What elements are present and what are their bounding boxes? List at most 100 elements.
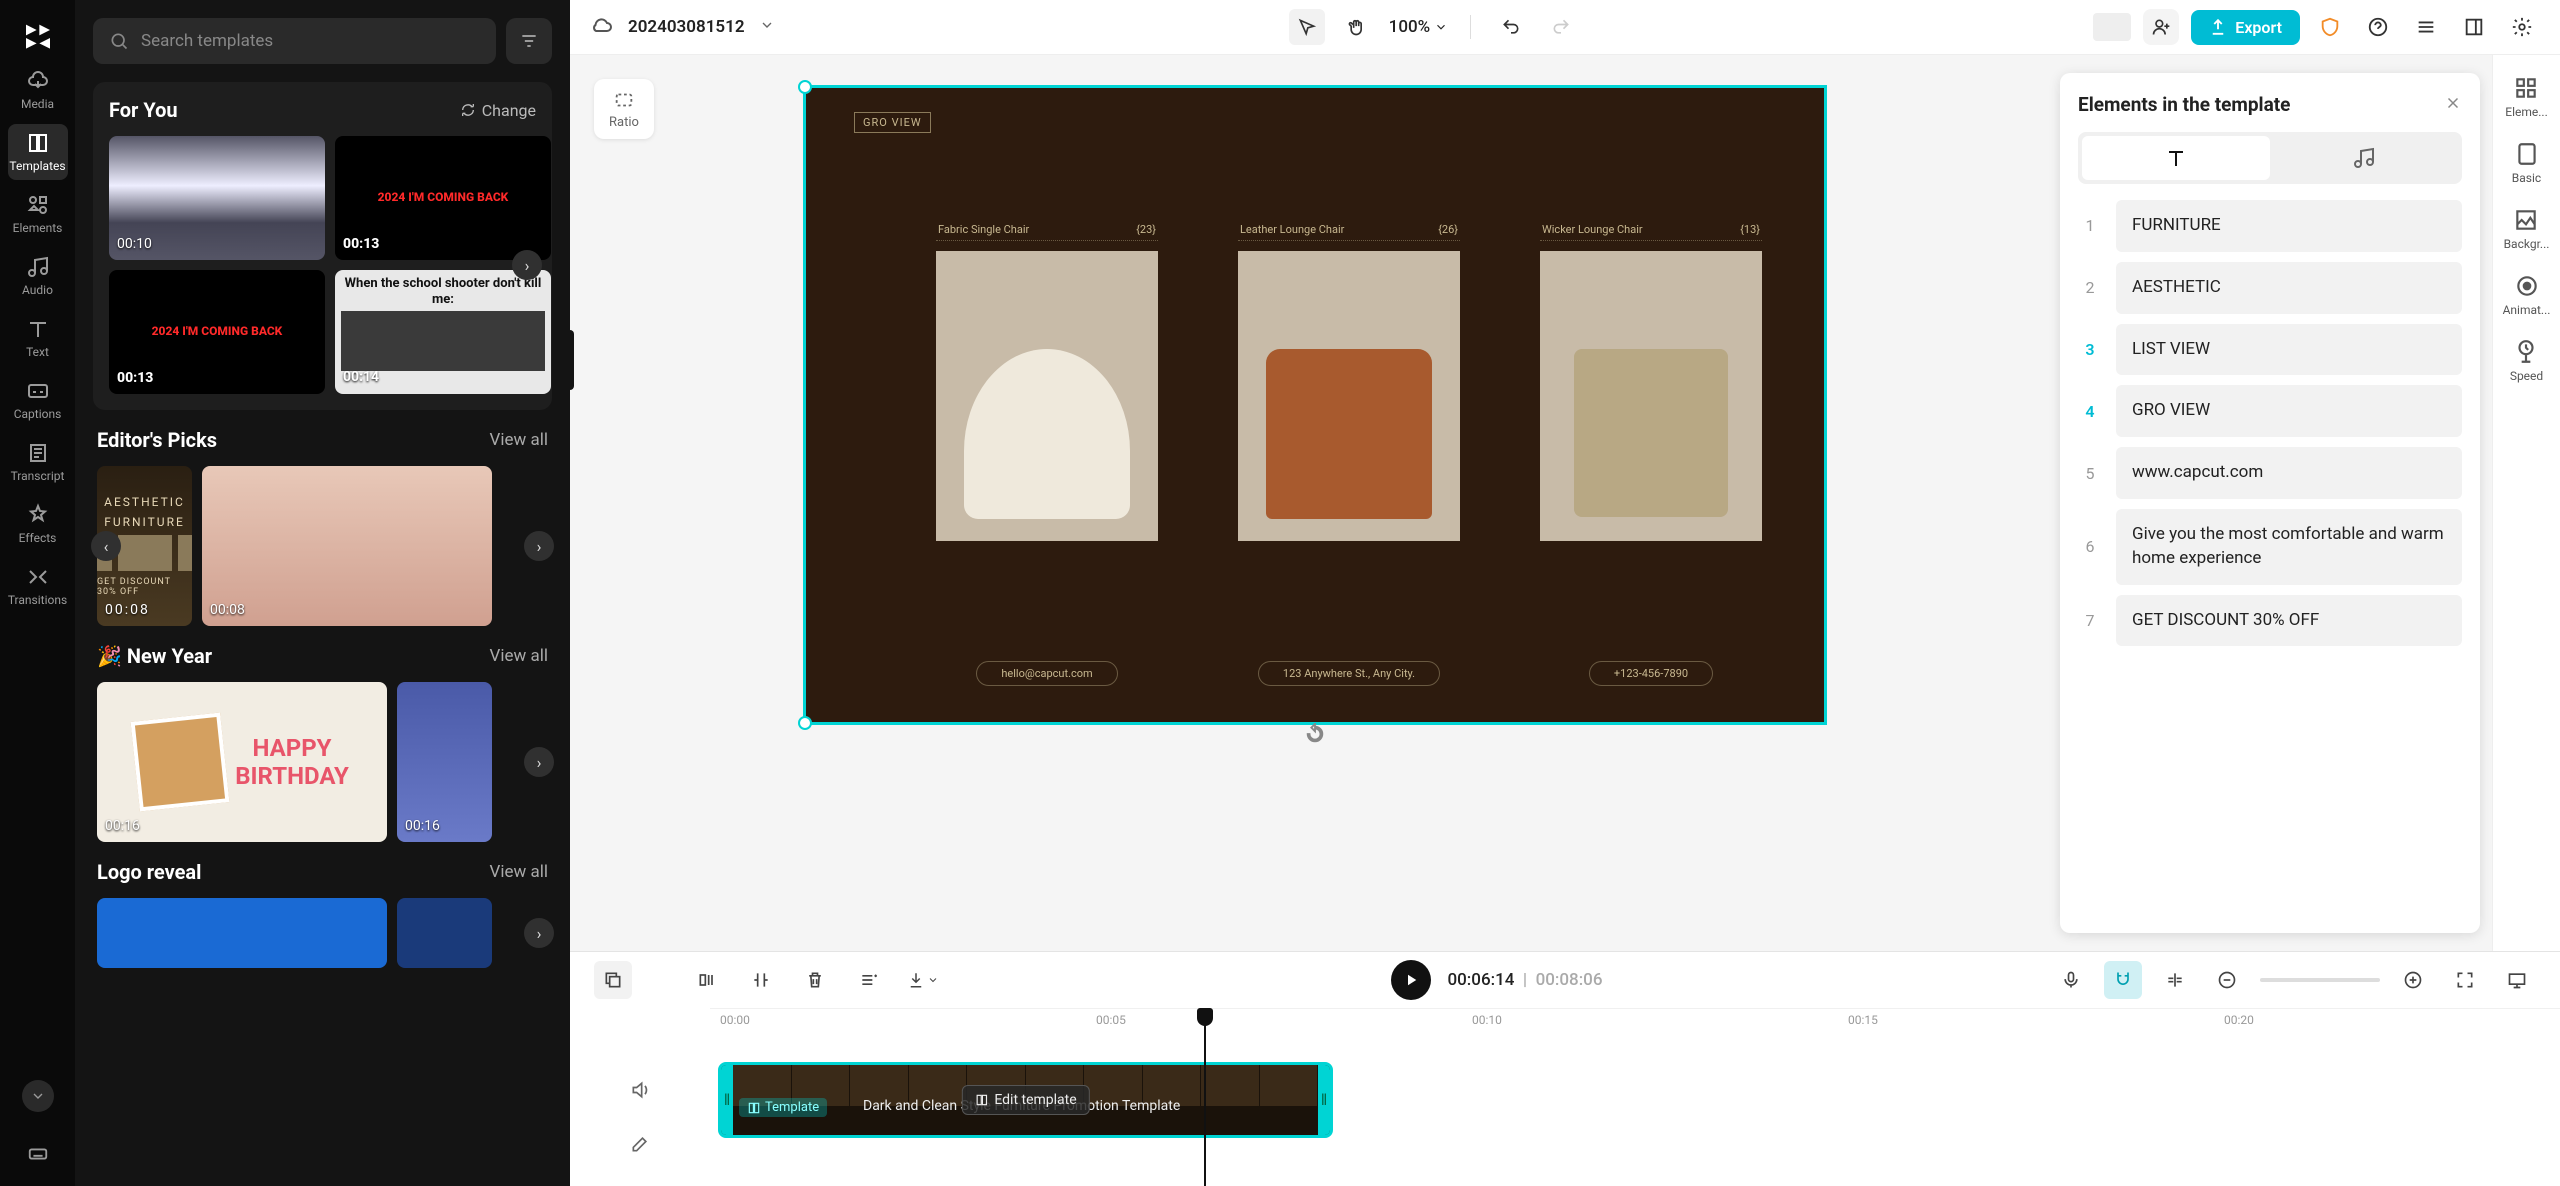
view-all-link[interactable]: View all <box>490 862 548 882</box>
zoom-in-button[interactable] <box>2394 961 2432 999</box>
template-thumb[interactable]: 2024 I'M COMING BACK00:13 <box>109 270 325 394</box>
element-list-item[interactable]: 6Give you the most comfortable and warm … <box>2078 509 2462 585</box>
duplicate-button[interactable] <box>594 961 632 999</box>
nav-transitions[interactable]: Transitions <box>8 558 68 614</box>
hand-tool-button[interactable] <box>1339 9 1375 45</box>
app-logo[interactable] <box>16 12 60 56</box>
carousel-next-icon[interactable]: › <box>524 747 554 777</box>
rail-speed[interactable]: Speed <box>2510 339 2543 383</box>
template-thumb[interactable]: HAPPYBIRTHDAY 00:16 <box>97 682 387 842</box>
nav-audio[interactable]: Audio <box>8 248 68 304</box>
timeline-track-area[interactable]: ‖ Template Dark and Clean Style Furnitur… <box>710 1036 2560 1186</box>
canvas[interactable]: GRO VIEW Fabric Single Chair{23} Leather… <box>803 85 1827 725</box>
settings-icon[interactable] <box>2504 9 2540 45</box>
template-thumb[interactable]: 00:16 <box>397 682 492 842</box>
mic-button[interactable] <box>2052 961 2090 999</box>
nav-media[interactable]: Media <box>8 62 68 118</box>
panel-collapse-handle[interactable] <box>566 330 574 390</box>
timeline-clip[interactable]: ‖ Template Dark and Clean Style Furnitur… <box>718 1062 1333 1138</box>
delete-button[interactable] <box>796 961 834 999</box>
clip-left-handle[interactable]: ‖ <box>721 1065 733 1135</box>
user-avatar[interactable] <box>2093 13 2131 41</box>
close-button[interactable] <box>2444 94 2462 116</box>
edit-template-button[interactable]: Edit template <box>961 1085 1089 1115</box>
project-name[interactable]: 202403081512 <box>628 17 745 37</box>
view-all-link[interactable]: View all <box>490 646 548 666</box>
rail-animation[interactable]: Animat... <box>2503 273 2551 317</box>
split-button[interactable] <box>742 961 780 999</box>
help-icon[interactable] <box>2360 9 2396 45</box>
undo-button[interactable] <box>1493 9 1529 45</box>
keyboard-button[interactable] <box>22 1138 54 1170</box>
carousel-next-icon[interactable]: › <box>524 918 554 948</box>
track-audio-toggle[interactable] <box>622 1072 658 1108</box>
nav-effects[interactable]: Effects <box>8 496 68 552</box>
nav-text[interactable]: Text <box>8 310 68 366</box>
nav-templates[interactable]: Templates <box>8 124 68 180</box>
template-thumb[interactable]: 00:08 <box>202 466 492 626</box>
nav-more-button[interactable] <box>22 1080 54 1112</box>
view-all-link[interactable]: View all <box>490 430 548 450</box>
template-thumb[interactable]: 2024 I'M COMING BACK00:13 <box>335 136 551 260</box>
templates-panel: Search templates For You Change 00:10 20… <box>75 0 570 1186</box>
download-button[interactable] <box>904 961 942 999</box>
shield-icon[interactable] <box>2312 9 2348 45</box>
element-list-item[interactable]: 3LIST VIEW <box>2078 324 2462 376</box>
carousel-next-icon[interactable]: › <box>512 250 542 280</box>
cut-mode-button[interactable] <box>2156 961 2194 999</box>
nav-elements[interactable]: Elements <box>8 186 68 242</box>
play-button[interactable] <box>1391 960 1431 1000</box>
clip-right-handle[interactable]: ‖ <box>1318 1065 1330 1135</box>
filter-button[interactable] <box>506 18 552 64</box>
project-dropdown-icon[interactable] <box>759 17 775 37</box>
cloud-icon[interactable] <box>590 13 614 41</box>
template-thumb[interactable]: 00:10 <box>109 136 325 260</box>
change-button[interactable]: Change <box>460 101 536 120</box>
rotate-handle-icon[interactable] <box>1300 719 1330 749</box>
magnet-button[interactable] <box>2104 961 2142 999</box>
fit-button[interactable] <box>2446 961 2484 999</box>
element-list-item[interactable]: 1FURNITURE <box>2078 200 2462 252</box>
redo-button[interactable] <box>1543 9 1579 45</box>
elements-panel-title: Elements in the template <box>2078 93 2290 116</box>
element-list-item[interactable]: 4GRO VIEW <box>2078 385 2462 437</box>
zoom-out-button[interactable] <box>2208 961 2246 999</box>
timeline-ruler[interactable]: 00:00 00:05 00:10 00:15 00:20 <box>710 1008 2560 1036</box>
split-left-button[interactable] <box>688 961 726 999</box>
search-input[interactable]: Search templates <box>93 18 496 64</box>
rail-elements[interactable]: Eleme... <box>2505 75 2547 119</box>
template-thumb[interactable] <box>397 898 492 968</box>
zoom-slider[interactable] <box>2260 978 2380 982</box>
settings-list-button[interactable] <box>850 961 888 999</box>
editors-picks-section: Editor's Picks View all ‹ AESTHETIC FURN… <box>93 428 552 626</box>
carousel-next-icon[interactable]: › <box>524 531 554 561</box>
contact-pill: +123-456-7890 <box>1589 661 1713 686</box>
panel-layout-icon[interactable] <box>2456 9 2492 45</box>
playhead[interactable] <box>1204 1008 1206 1186</box>
tab-audio[interactable] <box>2270 136 2458 180</box>
element-list-item[interactable]: 2AESTHETIC <box>2078 262 2462 314</box>
layers-icon[interactable] <box>2408 9 2444 45</box>
element-list-item[interactable]: 5www.capcut.com <box>2078 447 2462 499</box>
resize-handle[interactable] <box>798 80 812 94</box>
present-button[interactable] <box>2498 961 2536 999</box>
ratio-button[interactable]: Ratio <box>594 79 654 139</box>
carousel-prev-icon[interactable]: ‹ <box>91 531 121 561</box>
export-button[interactable]: Export <box>2191 10 2300 45</box>
canvas-area: Ratio GRO VIEW Fabric Single Chair{23} L… <box>570 55 2060 951</box>
rail-background[interactable]: Backgr... <box>2504 207 2550 251</box>
tab-text[interactable] <box>2082 136 2270 180</box>
product-card: Fabric Single Chair{23} <box>936 223 1158 541</box>
resize-handle[interactable] <box>798 716 812 730</box>
template-thumb[interactable]: When the school shooter don't kill me:00… <box>335 270 551 394</box>
rail-basic[interactable]: Basic <box>2512 141 2541 185</box>
filter-icon <box>519 31 539 51</box>
element-list-item[interactable]: 7GET DISCOUNT 30% OFF <box>2078 595 2462 647</box>
track-edit-toggle[interactable] <box>622 1126 658 1162</box>
add-user-button[interactable] <box>2143 9 2179 45</box>
nav-transcript[interactable]: Transcript <box>8 434 68 490</box>
cursor-tool-button[interactable] <box>1289 9 1325 45</box>
zoom-dropdown[interactable]: 100% <box>1389 17 1449 37</box>
nav-captions[interactable]: Captions <box>8 372 68 428</box>
template-thumb[interactable] <box>97 898 387 968</box>
